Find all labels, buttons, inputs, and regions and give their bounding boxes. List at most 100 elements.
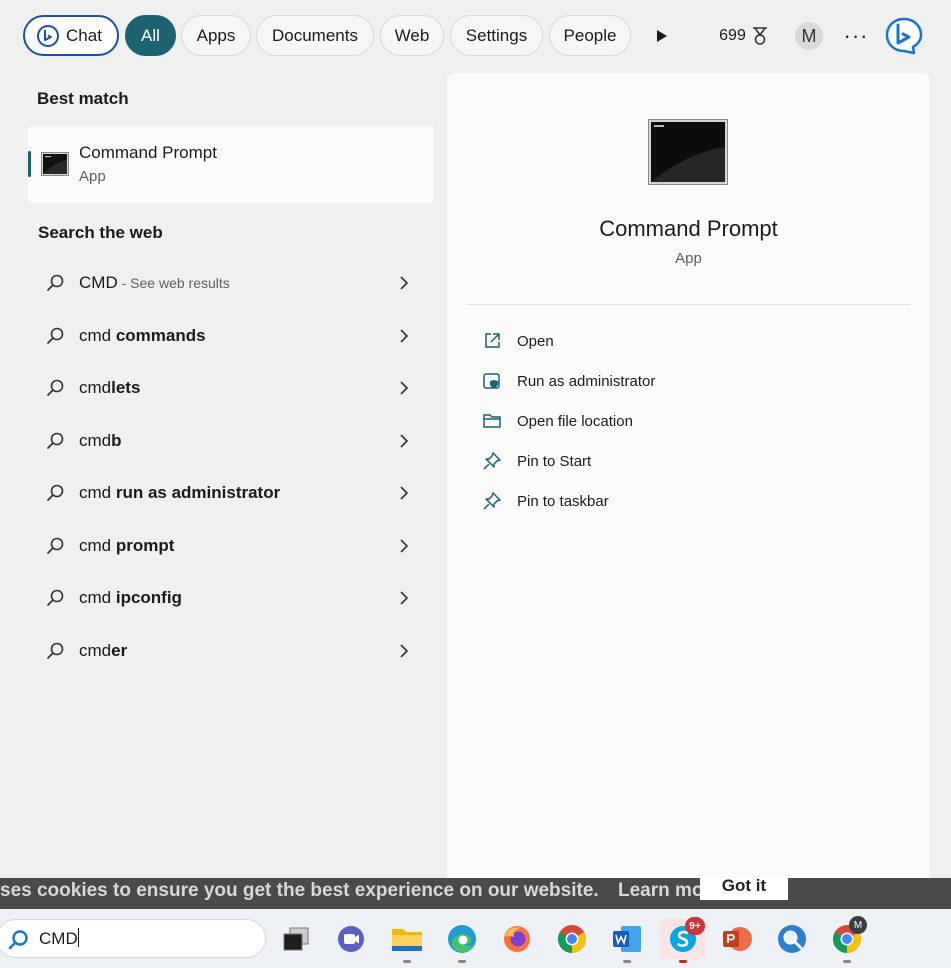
folder-icon [392,929,422,951]
search-icon [8,930,28,950]
chevron-right-icon [400,381,409,395]
rewards-trophy-icon [752,26,767,45]
suggestion-query-prefix: cmd [79,378,112,397]
suggestion-query-prefix: cmd [79,640,112,660]
suggestion-query-prefix: cmd [79,430,112,450]
taskbar-file-explorer[interactable] [387,919,427,963]
web-suggestion-item[interactable]: cmd commands [28,313,434,359]
taskbar-powerpoint[interactable] [717,919,757,959]
command-prompt-icon [41,152,69,176]
tab-documents[interactable]: Documents [256,15,374,56]
taskbar-search-app[interactable] [772,919,812,959]
taskbar-teams[interactable] [331,919,371,959]
cookie-accept-button[interactable]: Got it [700,878,788,900]
action-open-file-location[interactable]: Open file location [467,403,910,439]
suggestion-completion: prompt [115,535,175,555]
action-pin-to-start[interactable]: Pin to Start [467,443,910,479]
tab-people[interactable]: People [549,15,631,56]
web-suggestion-item[interactable]: CMD - See web results [28,260,434,306]
open-external-icon [485,333,500,348]
more-filters-button[interactable] [647,15,677,56]
taskbar-search-input[interactable]: CMD [39,928,79,949]
taskbar-chrome[interactable] [552,919,592,959]
web-suggestion-item[interactable]: cmdb [28,418,434,464]
user-avatar[interactable]: M [795,22,823,50]
suggestion-completion: commands [115,325,206,345]
suggestion-text: cmder [79,641,127,661]
suggestion-text: cmd run as administrator [79,483,280,503]
web-suggestion-item[interactable]: cmd prompt [28,523,434,569]
cookie-banner-text: ses cookies to ensure you get the best e… [0,880,721,902]
action-label: Run as administrator [517,372,656,390]
web-suggestion-item[interactable]: cmder [28,628,434,674]
chevron-right-icon [400,276,409,290]
suggestion-query-prefix: cmd [79,535,116,555]
taskbar-search-box[interactable]: CMD [0,919,266,958]
chevron-right-icon [400,643,409,658]
best-match-title: Command Prompt [79,143,217,162]
result-details-panel: Command Prompt App Open Run as administra… [447,73,930,890]
pin-icon [483,452,501,470]
action-run-as-administrator[interactable]: Run as administrator [467,363,910,399]
search-icon [47,537,64,554]
search-icon [47,432,64,449]
taskbar-chrome-profile[interactable]: M [827,916,867,963]
more-options-button[interactable]: ··· [840,15,872,56]
suggestion-completion: lets [111,378,141,397]
action-open[interactable]: Open [467,323,910,359]
best-match-result[interactable]: Command Prompt App [28,126,434,203]
action-pin-to-taskbar[interactable]: Pin to taskbar [467,483,910,519]
taskbar-edge[interactable] [442,919,482,963]
web-suggestion-item[interactable]: cmd run as administrator [28,470,434,516]
tab-apps[interactable]: Apps [181,15,251,56]
tab-all[interactable]: All [125,15,176,56]
firefox-icon [504,926,530,952]
suggestion-query-prefix: cmd [79,588,116,607]
chat-label: Chat [66,25,102,45]
admin-shield-icon [483,373,500,389]
taskbar-word[interactable] [607,919,647,963]
best-match-heading: Best match [37,89,129,108]
suggestion-text: cmd commands [79,326,206,346]
suggestion-completion: er [111,640,128,660]
suggestion-hint: - See web results [117,275,230,291]
suggestion-text: CMD - See web results [79,273,230,293]
suggestion-completion: b [111,430,122,450]
suggestion-completion: run as administrator [115,483,281,502]
bing-chat-button[interactable]: Chat [23,15,119,56]
action-label: Pin to taskbar [517,492,609,510]
running-indicator [843,960,851,963]
web-suggestion-item[interactable]: cmd ipconfig [28,575,434,621]
suggestion-query-prefix: CMD [79,273,118,292]
taskbar-skype[interactable]: 9+ [660,917,706,963]
background-cookie-banner: ses cookies to ensure you get the best e… [0,878,951,909]
running-indicator [623,960,631,963]
chevron-right-icon [400,591,409,605]
details-divider [467,304,910,305]
best-match-subtitle: App [79,168,106,185]
suggestion-query-prefix: cmd [79,325,116,345]
suggestion-completion: ipconfig [115,588,182,607]
chevron-right-icon [400,433,409,448]
tab-settings[interactable]: Settings [450,15,543,56]
magnifier-app-icon [778,925,806,953]
taskbar-firefox[interactable] [497,919,537,959]
rewards-points-count: 699 [719,26,746,44]
search-the-web-heading: Search the web [38,223,163,242]
rewards-points-button[interactable]: 699 [713,15,775,56]
web-suggestion-item[interactable]: cmdlets [28,365,434,411]
bing-button[interactable] [884,16,924,56]
suggestion-text: cmdlets [79,378,140,398]
action-label: Open file location [517,412,633,430]
search-icon [47,327,64,344]
active-indicator [679,960,687,963]
skype-notification-badge: 9+ [685,917,705,935]
running-indicator [458,960,466,963]
command-prompt-large-icon [648,119,728,185]
tab-web[interactable]: Web [380,15,444,56]
taskbar-task-view[interactable] [276,919,316,959]
search-icon [47,274,64,291]
chrome-icon [558,925,586,953]
chevron-right-icon [400,328,409,343]
action-label: Open [517,332,554,350]
